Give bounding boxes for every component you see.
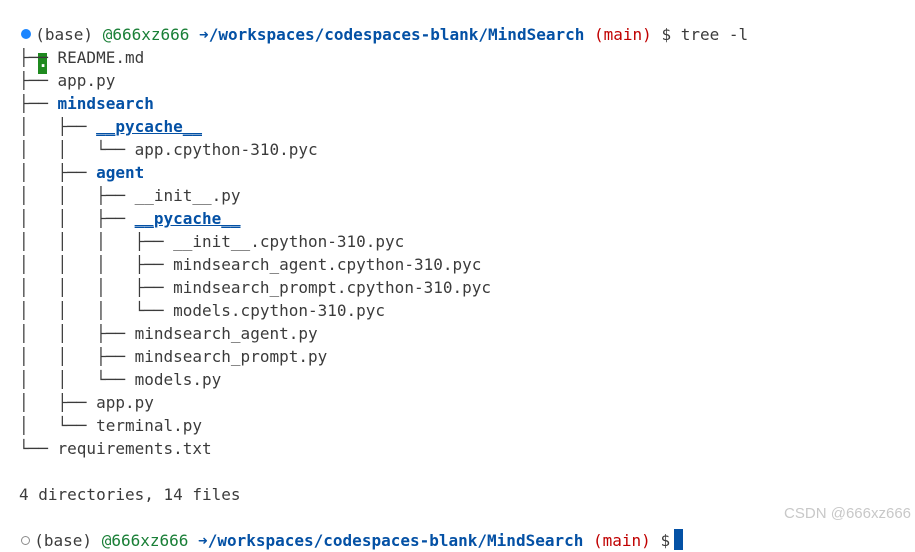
tree-row: ├── mindsearch xyxy=(19,92,154,115)
prompt-symbol: $ xyxy=(660,531,671,550)
git-branch: (main) xyxy=(593,531,651,550)
prompt-arrow-icon: ➜ xyxy=(199,25,209,44)
tree-connector: │ ├── xyxy=(19,163,97,182)
watermark: CSDN @666xz666 xyxy=(784,505,911,522)
tree-file-name: app.py xyxy=(57,71,116,90)
tree-file-name: terminal.py xyxy=(96,416,203,435)
tree-file-name: __init__.cpython-310.pyc xyxy=(173,232,405,251)
tree-connector: │ │ │ ├── xyxy=(19,232,174,251)
tree-connector: │ │ │ └── xyxy=(19,301,174,320)
tree-file-name: models.cpython-310.pyc xyxy=(173,301,386,320)
tree-connector: │ │ ├── xyxy=(19,324,135,343)
prompt-line-1: (base) @666xz666 ➜/workspaces/codespaces… xyxy=(0,0,748,44)
tree-row: │ │ ├── __pycache__ xyxy=(19,207,241,230)
tree-row: │ ├── app.py xyxy=(19,391,154,414)
tree-connector: │ ├── xyxy=(19,117,97,136)
tree-connector: │ │ └── xyxy=(19,140,135,159)
tree-file-name: mindsearch_prompt.cpython-310.pyc xyxy=(173,278,492,297)
tree-file-name: mindsearch_agent.cpython-310.pyc xyxy=(173,255,482,274)
tree-connector: │ │ ├── xyxy=(19,209,135,228)
tree-connector: │ │ └── xyxy=(19,370,135,389)
tree-summary: 4 directories, 14 files xyxy=(19,485,241,504)
entered-command: tree -l xyxy=(680,25,749,44)
tree-connector: │ │ │ ├── xyxy=(19,255,174,274)
prompt-line-2: (base) @666xz666 ➜/workspaces/codespaces… xyxy=(0,506,684,550)
terminal-cursor[interactable] xyxy=(674,529,684,550)
tree-file-name: mindsearch_agent.py xyxy=(134,324,318,343)
tree-connector: │ ├── xyxy=(19,393,97,412)
prompt-path: /workspaces/codespaces-blank/MindSearch xyxy=(208,25,585,44)
tree-dir-name: __pycache__ xyxy=(96,117,203,136)
tree-root: . xyxy=(0,23,48,74)
tree-row: │ │ │ ├── __init__.cpython-310.pyc xyxy=(19,230,404,253)
tree-file-name: README.md xyxy=(57,48,145,67)
tree-row: │ │ │ └── models.cpython-310.pyc xyxy=(19,299,385,322)
tree-row: └── requirements.txt xyxy=(19,437,212,460)
tree-row: │ │ ├── __init__.py xyxy=(19,184,241,207)
prompt-user: @666xz666 xyxy=(102,25,190,44)
conda-env: (base) xyxy=(34,531,93,550)
tree-row: │ └── terminal.py xyxy=(19,414,202,437)
tree-row: ├── app.py xyxy=(19,69,115,92)
tree-row: │ │ ├── mindsearch_prompt.py xyxy=(19,345,327,368)
tree-row: │ │ └── models.py xyxy=(19,368,221,391)
tree-row: ├── README.md xyxy=(19,46,144,69)
tree-row: │ │ │ ├── mindsearch_agent.cpython-310.p… xyxy=(19,253,481,276)
tree-row: │ │ │ ├── mindsearch_prompt.cpython-310.… xyxy=(19,276,491,299)
tree-file-name: app.cpython-310.pyc xyxy=(134,140,318,159)
tree-file-name: __init__.py xyxy=(134,186,241,205)
tree-dir-name: agent xyxy=(96,163,145,182)
prompt-symbol: $ xyxy=(661,25,672,44)
git-branch: (main) xyxy=(594,25,652,44)
tree-file-name: mindsearch_prompt.py xyxy=(134,347,328,366)
tree-connector: │ └── xyxy=(19,416,97,435)
tree-row: │ ├── agent xyxy=(19,161,144,184)
tree-connector: │ │ ├── xyxy=(19,347,135,366)
tree-file-name: requirements.txt xyxy=(57,439,212,458)
tree-row: │ │ ├── mindsearch_agent.py xyxy=(19,322,318,345)
prompt-path: /workspaces/codespaces-blank/MindSearch xyxy=(207,531,584,550)
command-status-dot-icon[interactable] xyxy=(21,536,31,545)
tree-dir-name: mindsearch xyxy=(57,94,154,113)
tree-connector: ├── xyxy=(19,48,58,67)
tree-file-name: app.py xyxy=(96,393,154,412)
prompt-arrow-icon: ➜ xyxy=(198,531,208,550)
tree-connector: │ │ ├── xyxy=(19,186,135,205)
tree-row: │ ├── __pycache__ xyxy=(19,115,202,138)
tree-row: │ │ └── app.cpython-310.pyc xyxy=(19,138,318,161)
tree-connector: ├── xyxy=(19,94,58,113)
tree-file-name: models.py xyxy=(134,370,222,389)
tree-connector: │ │ │ ├── xyxy=(19,278,174,297)
prompt-user: @666xz666 xyxy=(101,531,189,550)
tree-connector: ├── xyxy=(19,71,58,90)
tree-connector: └── xyxy=(19,439,58,458)
tree-dir-name: __pycache__ xyxy=(134,209,241,228)
